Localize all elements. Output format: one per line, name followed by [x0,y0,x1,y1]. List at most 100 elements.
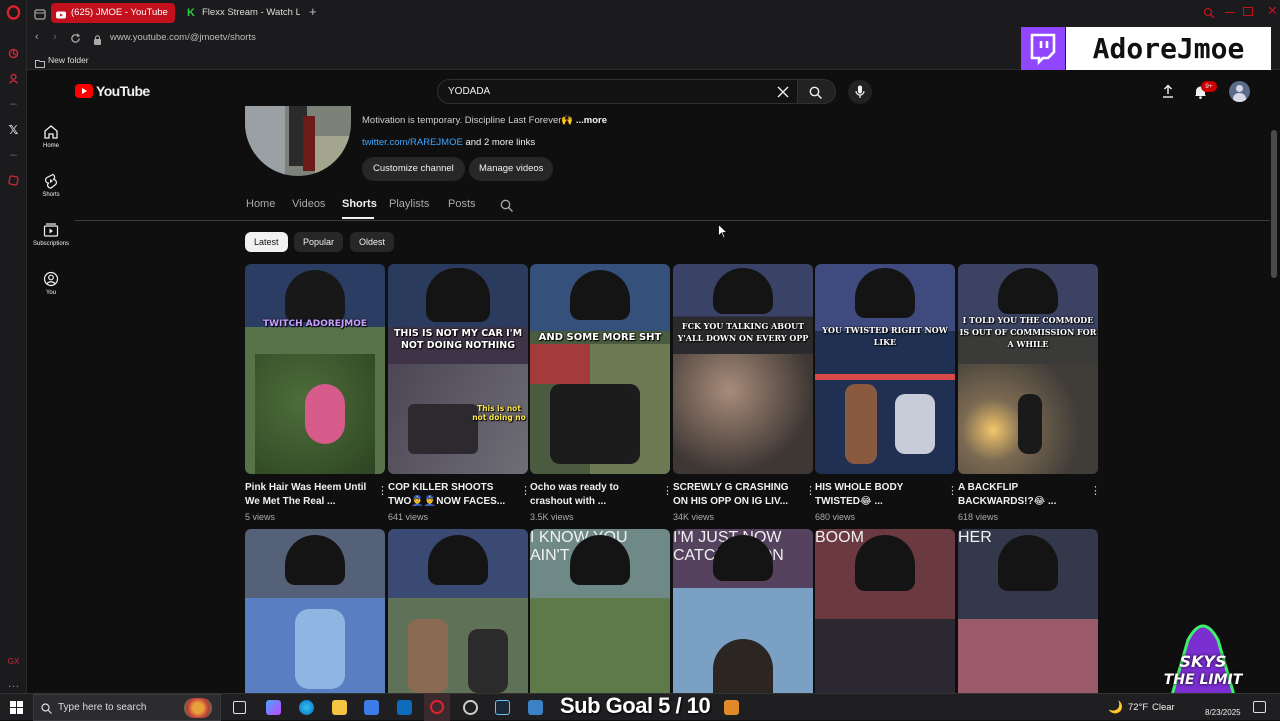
short-title[interactable]: COP KILLER SHOOTS TWO👮‍♂️👮‍♂️NOW FACES..… [388,481,512,509]
weather-icon[interactable]: 🌙 [1108,700,1124,715]
workspace-icon[interactable] [34,7,46,20]
short-thumbnail[interactable] [388,529,528,693]
short-title[interactable]: A BACKFLIP BACKWARDS!?😂 ... [958,481,1082,509]
short-title[interactable]: Ocho was ready to crashout with ... [530,481,654,509]
channel-search-icon[interactable] [500,199,513,212]
url-field[interactable]: www.youtube.com/@jmoetv/shorts [110,32,256,43]
short-menu-icon[interactable]: ⋮ [805,484,816,497]
windows-start-icon[interactable] [10,701,23,714]
short-thumbnail[interactable]: BOOM [815,529,955,693]
app-a-icon[interactable] [724,700,739,715]
short-thumbnail[interactable]: I'M JUST NOW CATCHING ON [673,529,813,693]
tab-home[interactable]: Home [246,198,275,210]
tab-youtube[interactable]: (625) JMOE - YouTube [51,3,175,23]
short-card[interactable]: AND SOME MORE SHT Ocho was ready to cras… [530,264,673,522]
x-twitter-icon[interactable]: 𝕏 [6,123,21,138]
short-thumbnail[interactable] [245,529,385,693]
close-window-icon[interactable]: ✕ [1267,3,1279,18]
youtube-logo-icon[interactable] [75,84,93,98]
opera-gx-taskbar-button[interactable] [424,694,450,721]
short-menu-icon[interactable]: ⋮ [947,484,958,497]
taskbar-search-box[interactable]: Type here to search [33,694,221,721]
manage-videos-button[interactable]: Manage videos [469,157,554,181]
kick-favicon-icon: K [187,7,195,19]
short-thumbnail[interactable]: YOU TWISTED RIGHT NOW LIKE [815,264,955,474]
outlook-icon[interactable] [397,700,412,715]
customize-channel-button[interactable]: Customize channel [362,157,465,181]
bookmark-new-folder[interactable]: New folder [48,55,89,65]
tab-playlists[interactable]: Playlists [389,198,429,210]
forward-icon[interactable]: › [53,31,57,43]
account-avatar[interactable] [1229,81,1250,102]
tab-title: (625) JMOE - YouTube [71,7,168,18]
copilot-icon[interactable] [266,700,281,715]
search-input[interactable]: YODADA [437,79,798,104]
search-tabs-icon[interactable] [1203,6,1215,19]
short-card[interactable]: YOU TWISTED RIGHT NOW LIKE HIS WHOLE BOD… [815,264,958,522]
short-thumbnail[interactable]: AND SOME MORE SHT [530,264,670,474]
nav-subscriptions[interactable]: Subscriptions [27,222,75,247]
reload-icon[interactable] [70,31,81,43]
notification-center-icon[interactable] [1253,701,1266,713]
short-menu-icon[interactable]: ⋮ [662,484,673,497]
chip-oldest[interactable]: Oldest [350,232,395,252]
tab-shorts[interactable]: Shorts [342,198,377,210]
nav-shorts[interactable]: Shorts [27,173,75,198]
file-explorer-icon[interactable] [332,700,347,715]
thumbnail-subcaption: This is not not doing no [472,404,526,422]
youtube-logo-text[interactable]: YouTube [96,83,150,99]
voice-search-button[interactable] [848,80,872,104]
weather-temp[interactable]: 72°F [1128,702,1148,713]
short-thumbnail[interactable]: FCK YOU TALKING ABOUT Y'ALL DOWN ON EVER… [673,264,813,474]
upload-icon[interactable] [1162,84,1174,98]
more-links[interactable]: and 2 more links [465,137,535,148]
short-card[interactable]: I TOLD YOU THE COMMODE IS OUT OF COMMISS… [958,264,1101,522]
store-icon[interactable] [364,700,379,715]
short-thumbnail[interactable]: TWITCH ADOREJMOE [245,264,385,474]
search-button[interactable] [798,79,836,104]
nav-label: You [45,290,57,296]
tab-posts[interactable]: Posts [448,198,476,210]
channel-avatar[interactable] [245,106,351,176]
steam-icon[interactable] [495,700,510,715]
short-title[interactable]: SCREWLY G CRASHING ON HIS OPP ON IG LIV.… [673,481,797,509]
chip-popular[interactable]: Popular [294,232,344,252]
short-thumbnail[interactable]: HER [958,529,1098,693]
short-card[interactable]: TWITCH ADOREJMOE Pink Hair Was Heem Unti… [245,264,388,522]
short-thumbnail[interactable]: THIS IS NOT MY CAR I'M NOT DOING NOTHING… [388,264,528,474]
short-thumbnail[interactable]: I TOLD YOU THE COMMODE IS OUT OF COMMISS… [958,264,1098,474]
short-thumbnail[interactable]: I KNOW YOU AIN'T [530,529,670,693]
task-view-icon[interactable] [233,701,246,714]
twitter-link[interactable]: twitter.com/RAREJMOE [362,137,463,148]
page-scrollbar[interactable] [1271,130,1277,278]
short-title[interactable]: HIS WHOLE BODY TWISTED😂 ... [815,481,939,509]
taskbar-date[interactable]: 8/23/2025 [1205,708,1241,717]
short-title[interactable]: Pink Hair Was Heem Until We Met The Real… [245,481,369,509]
maximize-icon[interactable] [1243,7,1253,16]
short-menu-icon[interactable]: ⋮ [520,484,531,497]
aria-icon[interactable] [6,47,21,62]
tab-flexx-stream[interactable]: K Flexx Stream - Watch Live [182,3,300,23]
more-icon[interactable]: … [6,676,21,691]
obs-icon[interactable] [463,700,478,715]
nav-you[interactable]: You [27,271,75,296]
gx-icon[interactable]: GX [6,654,21,669]
people-icon[interactable] [6,72,21,87]
short-card[interactable]: FCK YOU TALKING ABOUT Y'ALL DOWN ON EVER… [673,264,816,522]
clear-search-icon[interactable] [777,85,789,98]
tab-videos[interactable]: Videos [292,198,325,210]
short-menu-icon[interactable]: ⋮ [377,484,388,497]
weather-desc[interactable]: Clear [1152,702,1175,713]
back-icon[interactable]: ‹ [35,31,39,43]
opera-logo-icon[interactable] [6,5,21,20]
extension-icon[interactable] [6,174,21,189]
minimize-icon[interactable] [1225,12,1235,13]
app-icon[interactable] [528,700,543,715]
edge-icon[interactable] [299,700,314,715]
description-more-link[interactable]: ...more [576,115,607,126]
short-card[interactable]: THIS IS NOT MY CAR I'M NOT DOING NOTHING… [388,264,531,522]
nav-home[interactable]: Home [27,124,75,149]
new-tab-plus-icon[interactable]: + [309,5,321,19]
short-menu-icon[interactable]: ⋮ [1090,484,1101,497]
chip-latest[interactable]: Latest [245,232,288,252]
